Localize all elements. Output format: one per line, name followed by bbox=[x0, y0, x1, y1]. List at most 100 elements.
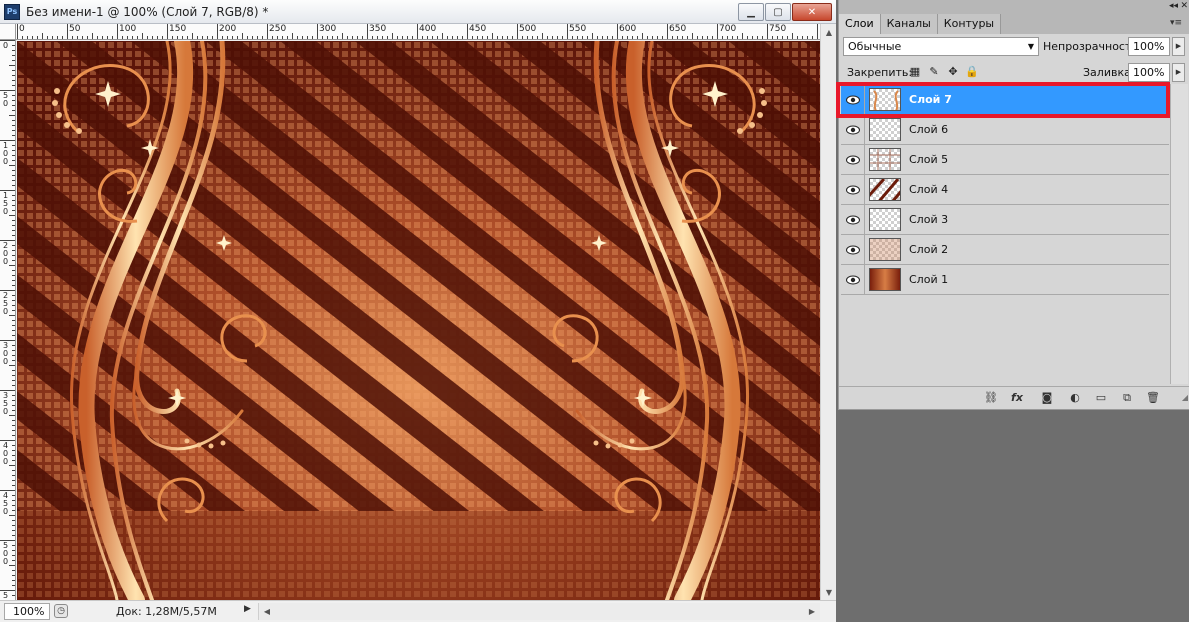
panel-menu-icon[interactable]: ▾≡ bbox=[1167, 16, 1185, 30]
ruler-tick bbox=[12, 400, 15, 401]
resize-grip-icon[interactable]: ◢ bbox=[1182, 393, 1188, 402]
status-menu-arrow-icon[interactable]: ▶ bbox=[244, 604, 251, 614]
visibility-eye-icon[interactable] bbox=[841, 235, 865, 264]
ruler-tick bbox=[647, 36, 648, 39]
visibility-eye-icon[interactable] bbox=[841, 205, 865, 234]
vertical-ruler[interactable]: 0 5 0 1 0 0 1 5 0 2 0 0 2 5 0 3 0 0 3 5 0 4 0 0 4… bbox=[0, 40, 16, 600]
maximize-button[interactable]: ▢ bbox=[765, 3, 791, 21]
tab-layers[interactable]: Слои bbox=[839, 14, 881, 34]
layer-name[interactable]: Слой 4 bbox=[909, 183, 948, 196]
layer-name[interactable]: Слой 1 bbox=[909, 273, 948, 286]
ruler-tick bbox=[12, 130, 15, 131]
visibility-eye-icon[interactable] bbox=[841, 265, 865, 294]
close-panel-icon[interactable]: ✕ bbox=[1180, 1, 1188, 11]
trash-icon[interactable]: 🗑 bbox=[1145, 390, 1161, 406]
layer-row-3[interactable]: Слой 3 bbox=[841, 205, 1169, 235]
scroll-down-icon[interactable]: ▼ bbox=[821, 584, 837, 600]
ruler-tick bbox=[517, 24, 518, 39]
visibility-eye-icon[interactable] bbox=[841, 115, 865, 144]
ruler-tick bbox=[787, 36, 788, 39]
vertical-scrollbar[interactable]: ▲ ▼ bbox=[820, 24, 836, 600]
ruler-tick bbox=[727, 36, 728, 39]
fill-input[interactable]: 100% bbox=[1128, 63, 1170, 82]
ruler-tick bbox=[12, 280, 15, 281]
layer-name[interactable]: Слой 5 bbox=[909, 153, 948, 166]
minimize-button[interactable]: ▁ bbox=[738, 3, 764, 21]
ruler-label: 100 bbox=[119, 24, 137, 34]
ruler-tick bbox=[12, 530, 15, 531]
ruler-tick bbox=[12, 420, 15, 421]
group-icon[interactable]: ▭ bbox=[1093, 390, 1109, 406]
ruler-tick bbox=[12, 125, 15, 126]
layer-name[interactable]: Слой 2 bbox=[909, 243, 948, 256]
layer-name[interactable]: Слой 3 bbox=[909, 213, 948, 226]
document-titlebar[interactable]: Ps Без имени-1 @ 100% (Слой 7, RGB/8) * … bbox=[0, 0, 836, 24]
layer-name[interactable]: Слой 7 bbox=[909, 93, 952, 106]
layer-row-6[interactable]: Слой 6 bbox=[841, 115, 1169, 145]
new-layer-icon[interactable]: ⧉ bbox=[1119, 390, 1135, 406]
horizontal-scrollbar[interactable]: ◀ ▶ bbox=[258, 603, 820, 620]
layer-row-7[interactable]: Слой 7 bbox=[841, 85, 1169, 115]
ruler-tick bbox=[312, 36, 313, 39]
lock-position-icon[interactable]: ✥ bbox=[946, 65, 960, 79]
ruler-origin[interactable] bbox=[0, 24, 16, 40]
ruler-tick bbox=[797, 36, 798, 39]
fx-icon[interactable]: fx bbox=[1009, 390, 1025, 406]
fill-slider-arrow-icon[interactable]: ▶ bbox=[1172, 63, 1185, 82]
maximize-icon: ▢ bbox=[773, 6, 783, 18]
status-info-icon[interactable]: ◷ bbox=[54, 604, 68, 618]
link-icon[interactable]: ⛓ bbox=[983, 390, 999, 406]
layer-row-5[interactable]: Слой 5 bbox=[841, 145, 1169, 175]
ruler-tick bbox=[87, 36, 88, 39]
horizontal-ruler[interactable]: 0 50 100 150 200 250 300 350 400 450 500 550 600 650 7… bbox=[16, 24, 820, 40]
visibility-eye-icon[interactable] bbox=[841, 145, 865, 174]
chevron-down-icon: ▼ bbox=[1027, 42, 1034, 51]
mask-icon[interactable]: ◙ bbox=[1039, 390, 1055, 406]
ruler-label: 250 bbox=[269, 24, 287, 34]
ruler-tick bbox=[557, 36, 558, 39]
document-window: Ps Без имени-1 @ 100% (Слой 7, RGB/8) * … bbox=[0, 0, 836, 622]
collapse-panel-icon[interactable]: ◂◂ bbox=[1169, 1, 1178, 11]
ruler-tick bbox=[12, 360, 15, 361]
layer-row-4[interactable]: Слой 4 bbox=[841, 175, 1169, 205]
scroll-up-icon[interactable]: ▲ bbox=[821, 24, 837, 40]
scroll-left-icon[interactable]: ◀ bbox=[259, 603, 275, 619]
tab-paths[interactable]: Контуры bbox=[937, 14, 1002, 34]
image-canvas[interactable] bbox=[17, 41, 820, 600]
ruler-tick bbox=[117, 24, 118, 39]
layers-scrollbar[interactable] bbox=[1170, 84, 1188, 384]
ruler-tick bbox=[232, 36, 233, 39]
ruler-tick bbox=[12, 430, 15, 431]
visibility-eye-icon[interactable] bbox=[841, 175, 865, 204]
lock-all-icon[interactable]: 🔒 bbox=[965, 65, 979, 79]
layer-row-1[interactable]: Слой 1 bbox=[841, 265, 1169, 295]
ruler-tick bbox=[107, 36, 108, 39]
ruler-tick bbox=[12, 310, 15, 311]
ruler-tick bbox=[662, 36, 663, 39]
ruler-tick bbox=[12, 150, 15, 151]
layer-name[interactable]: Слой 6 bbox=[909, 123, 948, 136]
ruler-tick bbox=[27, 36, 28, 39]
ruler-tick bbox=[377, 36, 378, 39]
layer-row-2[interactable]: Слой 2 bbox=[841, 235, 1169, 265]
scroll-right-icon[interactable]: ▶ bbox=[804, 603, 820, 619]
ruler-tick bbox=[362, 36, 363, 39]
panel-header: ◂◂ ✕ bbox=[839, 0, 1189, 14]
visibility-eye-icon[interactable] bbox=[841, 85, 865, 114]
blend-mode-select[interactable]: Обычные ▼ bbox=[843, 37, 1039, 56]
ruler-tick bbox=[372, 36, 373, 39]
opacity-slider-arrow-icon[interactable]: ▶ bbox=[1172, 37, 1185, 56]
ruler-tick bbox=[12, 325, 15, 326]
artwork bbox=[17, 41, 820, 600]
ruler-tick bbox=[487, 36, 488, 39]
ruler-tick bbox=[772, 36, 773, 39]
tab-channels[interactable]: Каналы bbox=[880, 14, 938, 34]
window-controls: ▁ ▢ ✕ bbox=[737, 3, 832, 21]
ruler-tick bbox=[287, 36, 288, 39]
close-button[interactable]: ✕ bbox=[792, 3, 832, 21]
adjustment-icon[interactable]: ◐ bbox=[1067, 390, 1083, 406]
lock-pixels-icon[interactable]: ✎ bbox=[927, 65, 941, 79]
lock-transparency-icon[interactable]: ▦ bbox=[908, 65, 922, 79]
zoom-input[interactable]: 100% bbox=[4, 603, 50, 620]
opacity-input[interactable]: 100% bbox=[1128, 37, 1170, 56]
